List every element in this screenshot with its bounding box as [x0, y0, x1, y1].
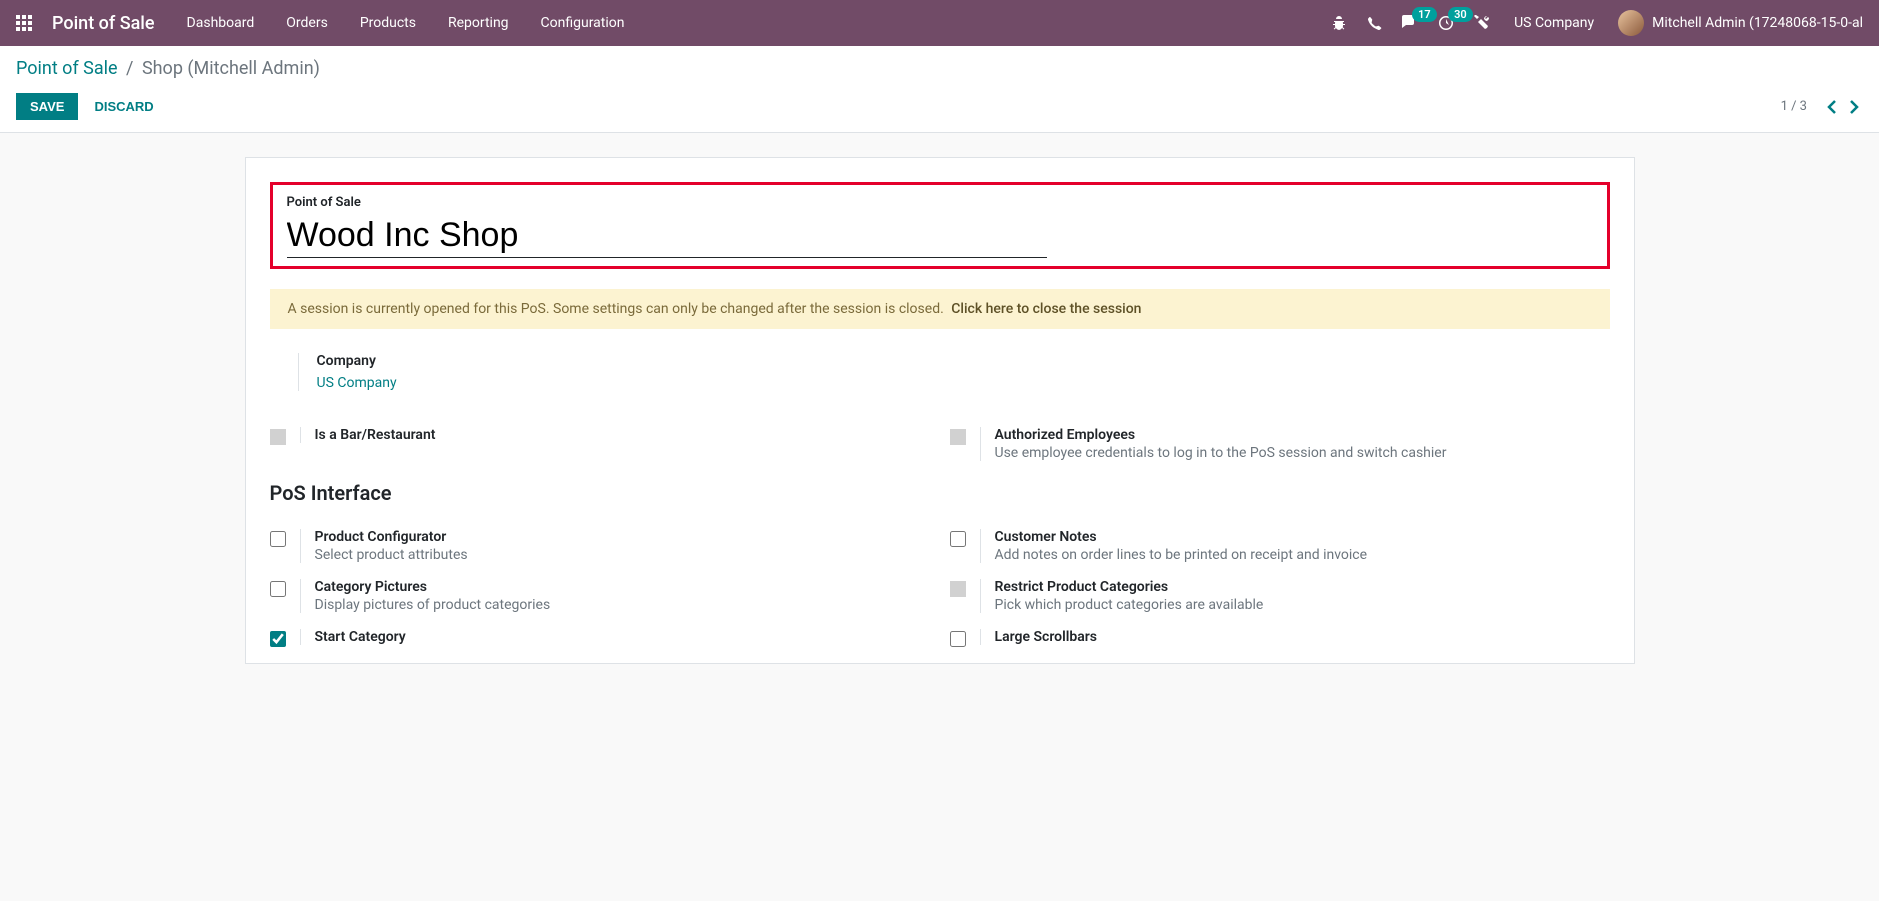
- app-brand[interactable]: Point of Sale: [52, 13, 155, 34]
- setting-product-configurator: Product Configurator Select product attr…: [270, 521, 930, 571]
- large-scrollbars-title: Large Scrollbars: [995, 629, 1610, 645]
- title-highlight-box: Point of Sale: [270, 182, 1610, 269]
- nav-orders[interactable]: Orders: [286, 15, 328, 31]
- messages-badge: 17: [1412, 7, 1437, 22]
- alert-text: A session is currently opened for this P…: [288, 301, 944, 317]
- section-pos-interface: PoS Interface: [270, 481, 1610, 505]
- start-category-title: Start Category: [315, 629, 930, 645]
- activities-badge: 30: [1448, 7, 1473, 22]
- nav-dashboard[interactable]: Dashboard: [187, 15, 255, 31]
- company-block: Company US Company: [298, 353, 1610, 391]
- company-switcher[interactable]: US Company: [1514, 15, 1594, 31]
- authorized-employees-title: Authorized Employees: [995, 427, 1610, 443]
- bar-restaurant-title: Is a Bar/Restaurant: [315, 427, 930, 443]
- tools-icon[interactable]: [1474, 15, 1490, 31]
- setting-restrict-categories: Restrict Product Categories Pick which p…: [950, 571, 1610, 621]
- user-name: Mitchell Admin (17248068-15-0-al: [1652, 15, 1863, 31]
- authorized-employees-checkbox[interactable]: [950, 429, 966, 445]
- bug-icon[interactable]: [1331, 15, 1347, 31]
- pager-prev-icon[interactable]: [1823, 99, 1841, 115]
- product-configurator-checkbox[interactable]: [270, 531, 286, 547]
- breadcrumb-separator: /: [126, 58, 133, 79]
- breadcrumb-root[interactable]: Point of Sale: [16, 58, 118, 79]
- discard-button[interactable]: DISCARD: [94, 99, 153, 114]
- session-warning-alert: A session is currently opened for this P…: [270, 289, 1610, 329]
- activities-icon[interactable]: 30: [1438, 15, 1454, 31]
- nav-configuration[interactable]: Configuration: [541, 15, 625, 31]
- pager[interactable]: 1 / 3: [1781, 99, 1807, 114]
- pager-next-icon[interactable]: [1845, 99, 1863, 115]
- main-navbar: Point of Sale Dashboard Orders Products …: [0, 0, 1879, 46]
- user-menu[interactable]: Mitchell Admin (17248068-15-0-al: [1618, 10, 1863, 36]
- restrict-categories-title: Restrict Product Categories: [995, 579, 1610, 595]
- settings-grid: Is a Bar/Restaurant Authorized Employees…: [270, 419, 1610, 659]
- close-session-link[interactable]: Click here to close the session: [951, 301, 1141, 317]
- systray: 17 30: [1331, 15, 1490, 31]
- customer-notes-desc: Add notes on order lines to be printed o…: [995, 547, 1610, 563]
- category-pictures-title: Category Pictures: [315, 579, 930, 595]
- setting-customer-notes: Customer Notes Add notes on order lines …: [950, 521, 1610, 571]
- setting-start-category: Start Category: [270, 621, 930, 659]
- customer-notes-title: Customer Notes: [995, 529, 1610, 545]
- product-configurator-title: Product Configurator: [315, 529, 930, 545]
- bar-restaurant-checkbox[interactable]: [270, 429, 286, 445]
- pos-name-input[interactable]: [287, 214, 1047, 258]
- restrict-categories-checkbox[interactable]: [950, 581, 966, 597]
- setting-category-pictures: Category Pictures Display pictures of pr…: [270, 571, 930, 621]
- nav-menu: Dashboard Orders Products Reporting Conf…: [187, 15, 625, 31]
- product-configurator-desc: Select product attributes: [315, 547, 930, 563]
- phone-icon[interactable]: [1367, 16, 1382, 31]
- save-button[interactable]: SAVE: [16, 93, 78, 120]
- company-value[interactable]: US Company: [317, 375, 1610, 391]
- setting-authorized-employees: Authorized Employees Use employee creden…: [950, 419, 1610, 469]
- authorized-employees-desc: Use employee credentials to log in to th…: [995, 445, 1610, 461]
- avatar: [1618, 10, 1644, 36]
- nav-reporting[interactable]: Reporting: [448, 15, 509, 31]
- title-label: Point of Sale: [287, 195, 1593, 210]
- customer-notes-checkbox[interactable]: [950, 531, 966, 547]
- apps-icon[interactable]: [16, 15, 32, 31]
- restrict-categories-desc: Pick which product categories are availa…: [995, 597, 1610, 613]
- breadcrumb: Point of Sale / Shop (Mitchell Admin): [16, 58, 1863, 79]
- breadcrumb-current: Shop (Mitchell Admin): [142, 58, 320, 79]
- category-pictures-checkbox[interactable]: [270, 581, 286, 597]
- nav-products[interactable]: Products: [360, 15, 416, 31]
- form-sheet: Point of Sale A session is currently ope…: [245, 157, 1635, 664]
- company-label: Company: [317, 353, 1610, 369]
- control-panel: Point of Sale / Shop (Mitchell Admin) SA…: [0, 46, 1879, 133]
- category-pictures-desc: Display pictures of product categories: [315, 597, 930, 613]
- form-container: Point of Sale A session is currently ope…: [0, 133, 1879, 688]
- setting-bar-restaurant: Is a Bar/Restaurant: [270, 419, 930, 469]
- start-category-checkbox[interactable]: [270, 631, 286, 647]
- setting-large-scrollbars: Large Scrollbars: [950, 621, 1610, 659]
- large-scrollbars-checkbox[interactable]: [950, 631, 966, 647]
- messages-icon[interactable]: 17: [1402, 15, 1418, 31]
